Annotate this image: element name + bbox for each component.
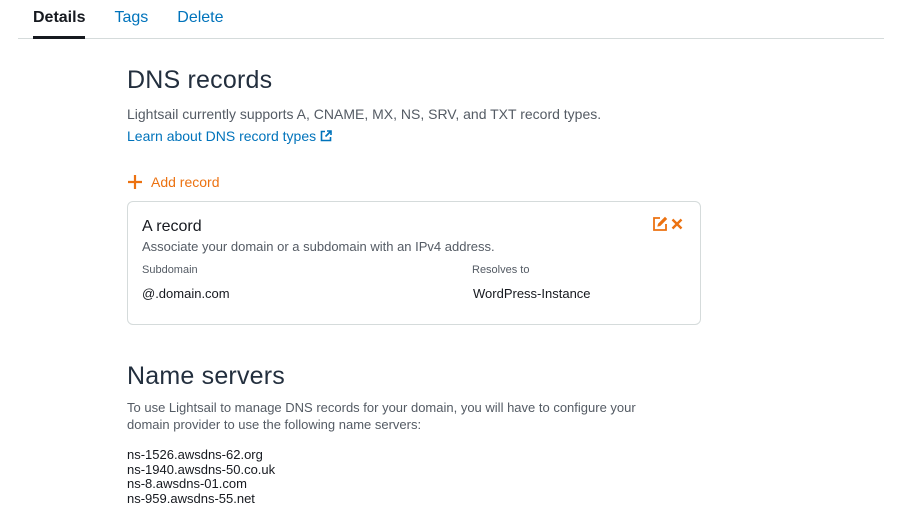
dns-records-section: DNS records — [127, 66, 272, 95]
dns-records-description: Lightsail currently supports A, CNAME, M… — [127, 106, 602, 122]
page: Details Tags Delete DNS records Lightsai… — [0, 0, 920, 511]
tab-details[interactable]: Details — [33, 9, 86, 39]
dns-records-title: DNS records — [127, 66, 273, 94]
add-record-label: Add record — [151, 174, 220, 190]
tab-bar: Details Tags Delete — [18, 0, 884, 39]
name-server-item: ns-8.awsdns-01.com — [127, 476, 247, 491]
plus-icon — [127, 174, 143, 190]
tab-tags[interactable]: Tags — [114, 9, 148, 39]
learn-dns-link-wrap: Learn about DNS record types — [127, 128, 332, 146]
name-server-list: ns-1526.awsdns-62.org ns-1940.awsdns-50.… — [127, 447, 276, 506]
learn-dns-record-types-link[interactable]: Learn about DNS record types — [127, 128, 332, 144]
resolves-to-value: WordPress-Instance — [473, 286, 591, 301]
name-servers-section: Name servers — [127, 362, 285, 391]
add-record-wrap: Add record — [127, 174, 219, 195]
close-icon[interactable] — [670, 217, 684, 231]
subdomain-label: Subdomain — [142, 264, 198, 276]
record-type-title: A record — [142, 218, 202, 235]
subdomain-value: @.domain.com — [142, 286, 230, 301]
edit-icon[interactable] — [652, 216, 668, 232]
record-actions — [652, 216, 684, 232]
external-link-icon — [320, 130, 332, 142]
name-server-item: ns-959.awsdns-55.net — [127, 490, 255, 506]
name-server-item: ns-1940.awsdns-50.co.uk — [127, 461, 276, 477]
name-servers-title: Name servers — [127, 362, 285, 390]
name-servers-description: To use Lightsail to manage DNS records f… — [127, 400, 636, 432]
tab-delete[interactable]: Delete — [177, 9, 223, 39]
learn-dns-link-label: Learn about DNS record types — [127, 128, 317, 144]
name-server-item: ns-1526.awsdns-62.org — [127, 447, 263, 462]
record-description: Associate your domain or a subdomain wit… — [142, 239, 495, 254]
a-record-card: A record Associate your domain or a subd… — [127, 201, 701, 325]
name-server-list-wrap: ns-1526.awsdns-62.org ns-1940.awsdns-50.… — [127, 447, 276, 506]
resolves-to-label: Resolves to — [472, 264, 530, 276]
add-record-button[interactable]: Add record — [127, 174, 219, 190]
